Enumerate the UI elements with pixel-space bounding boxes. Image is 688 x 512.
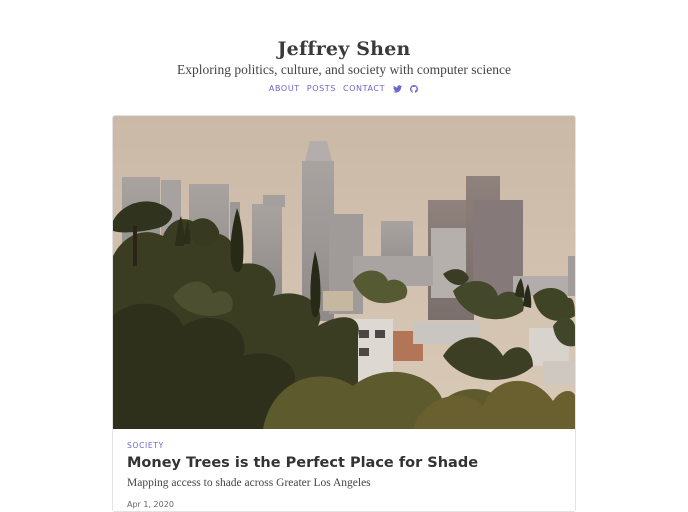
post-image[interactable]	[113, 116, 575, 429]
nav-link-contact[interactable]: CONTACT	[343, 83, 385, 95]
post-subtitle: Mapping access to shade across Greater L…	[127, 477, 371, 489]
twitter-icon[interactable]	[392, 84, 402, 94]
post-title[interactable]: Money Trees is the Perfect Place for Sha…	[127, 453, 478, 473]
post-date: Apr 1, 2020	[127, 500, 174, 509]
nav-link-about[interactable]: ABOUT	[269, 83, 300, 95]
post-card[interactable]: SOCIETY Money Trees is the Perfect Place…	[112, 115, 576, 512]
site-title[interactable]: Jeffrey Shen	[0, 36, 688, 62]
github-icon[interactable]	[409, 84, 419, 94]
site-nav: ABOUT POSTS CONTACT	[0, 83, 688, 95]
post-category[interactable]: SOCIETY	[127, 441, 164, 451]
site-tagline: Exploring politics, culture, and society…	[176, 62, 512, 77]
nav-link-posts[interactable]: POSTS	[307, 83, 336, 95]
